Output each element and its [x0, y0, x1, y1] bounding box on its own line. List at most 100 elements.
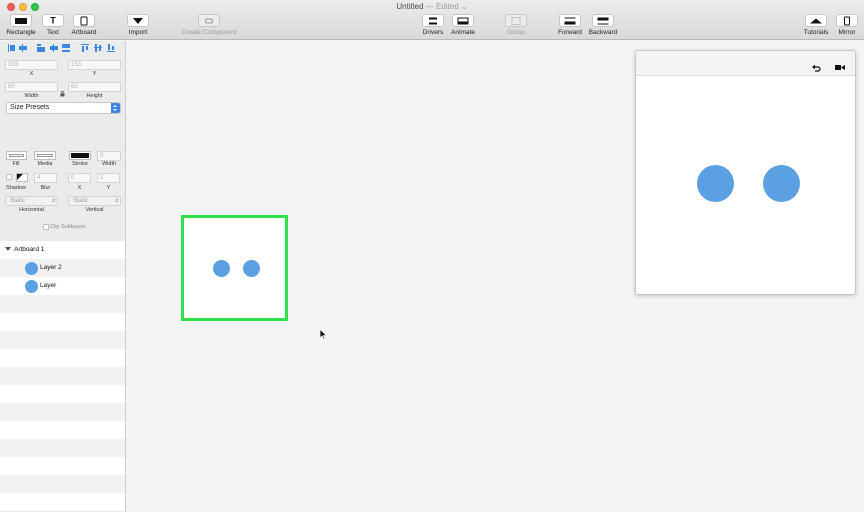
mirror-button[interactable]: Mirror	[835, 14, 859, 39]
lock-aspect-icon[interactable]	[60, 84, 65, 97]
forward-button[interactable]: Forward	[556, 14, 584, 39]
forward-label: Forward	[558, 29, 582, 36]
create-component-button[interactable]: Create Component	[176, 14, 242, 39]
preview-layer-2-circle[interactable]	[763, 165, 800, 202]
animate-label: Animate	[451, 29, 475, 36]
rectangle-tool-button[interactable]: Rectangle	[4, 14, 38, 39]
clip-sublayers-checkbox[interactable]	[43, 224, 49, 230]
media-label: Media	[37, 161, 53, 167]
preview-layer-circle[interactable]	[697, 165, 734, 202]
shadow-label: Shadow	[6, 185, 26, 191]
undo-icon[interactable]	[812, 59, 821, 72]
layer-list-stripe	[0, 349, 125, 367]
group-icon	[511, 16, 521, 25]
layer-name: Layer 2	[40, 264, 62, 271]
x-field-label: X	[29, 71, 34, 77]
preview-window	[635, 50, 856, 295]
shadow-color-swatch[interactable]	[16, 173, 28, 182]
shadow-x-label: X	[77, 185, 82, 191]
stroke-swatch[interactable]	[69, 151, 91, 160]
drivers-label: Drivers	[422, 29, 444, 36]
distribute-vertical-icon[interactable]	[107, 44, 115, 52]
drivers-icon	[429, 17, 437, 24]
align-bottom-icon[interactable]	[62, 44, 70, 52]
backward-label: Backward	[588, 29, 618, 36]
align-right-icon[interactable]	[37, 44, 45, 52]
alignment-toolbar	[6, 44, 122, 54]
tutorials-button[interactable]: Tutorials	[801, 14, 831, 39]
shadow-y-field[interactable]: 2	[97, 173, 120, 183]
artboard-tool-button[interactable]: Artboard	[68, 14, 100, 39]
layer-list-stripe	[0, 331, 125, 349]
layer-row-artboard-1[interactable]: Artboard 1	[0, 241, 125, 259]
distribute-horizontal-icon[interactable]	[50, 44, 58, 52]
align-top-icon[interactable]	[81, 44, 89, 52]
drivers-button[interactable]: Drivers	[420, 14, 446, 39]
layer-circle[interactable]	[213, 260, 230, 277]
inspector-sidebar: 103 X 153 Y 60 Width 60 Height Size Pres…	[0, 41, 126, 512]
layer-row-layer-2[interactable]: Layer 2	[0, 259, 125, 277]
vertical-label: Vertical	[85, 207, 104, 213]
window-title: Untitled — Edited ⌄	[0, 2, 864, 11]
tutorials-label: Tutorials	[803, 29, 829, 36]
height-field[interactable]: 60	[68, 82, 121, 92]
layer-name: Artboard 1	[14, 246, 45, 253]
blur-field[interactable]: 4	[34, 173, 57, 183]
width-field[interactable]: 60	[5, 82, 58, 92]
document-name: Untitled	[396, 2, 424, 11]
group-button[interactable]: Group	[503, 14, 529, 39]
layers-panel: Artboard 1 Layer 2 Layer	[0, 241, 125, 512]
mouse-pointer-icon	[319, 327, 328, 345]
graduation-cap-icon	[810, 18, 822, 23]
horizontal-label: Horizontal	[19, 207, 44, 213]
x-position-field[interactable]: 103	[5, 60, 58, 70]
layer-list-stripe	[0, 439, 125, 457]
layer-2-circle[interactable]	[243, 260, 260, 277]
record-video-icon[interactable]	[835, 59, 845, 70]
artboard-1-selected[interactable]	[181, 215, 288, 321]
mirror-device-icon	[844, 16, 850, 25]
preview-toolbar	[636, 51, 855, 76]
stroke-label: Stroke	[72, 161, 88, 167]
component-icon	[205, 18, 213, 23]
send-backward-icon	[597, 17, 609, 24]
text-icon: T	[50, 15, 56, 25]
shadow-x-field[interactable]: 0	[68, 173, 91, 183]
fill-swatch[interactable]	[6, 151, 27, 160]
text-label: Text	[47, 29, 59, 36]
text-tool-button[interactable]: T Text	[42, 14, 64, 39]
import-icon	[133, 17, 143, 24]
width-field-label: Width	[24, 93, 39, 99]
backward-button[interactable]: Backward	[587, 14, 619, 39]
layer-list-stripe	[0, 493, 125, 511]
group-label: Group	[506, 29, 526, 36]
media-swatch[interactable]	[34, 151, 56, 160]
shadow-checkbox[interactable]	[6, 174, 12, 180]
app-window: Untitled — Edited ⌄ Rectangle T Text Art…	[0, 0, 864, 512]
circle-layer-icon	[25, 262, 38, 275]
horizontal-constraint-select[interactable]: Static	[5, 196, 58, 206]
clip-sublayers-label: Clip Sublayers	[50, 224, 86, 230]
layer-list-stripe	[0, 475, 125, 493]
layer-name: Layer	[40, 282, 57, 289]
disclosure-triangle-icon[interactable]	[5, 247, 11, 251]
layer-list-stripe	[0, 367, 125, 385]
align-left-icon[interactable]	[8, 44, 16, 52]
vertical-constraint-select[interactable]: Static	[68, 196, 121, 206]
edited-status: Edited	[435, 2, 459, 11]
align-center-horizontal-icon[interactable]	[19, 44, 27, 52]
y-field-label: Y	[92, 71, 97, 77]
align-middle-icon[interactable]	[94, 44, 102, 52]
layer-row-layer[interactable]: Layer	[0, 277, 125, 295]
title-separator: —	[425, 2, 434, 11]
rectangle-label: Rectangle	[6, 29, 36, 36]
artboard-icon	[80, 16, 88, 25]
chevron-down-icon[interactable]: ⌄	[461, 2, 468, 11]
bring-forward-icon	[564, 17, 576, 24]
y-position-field[interactable]: 153	[68, 60, 121, 70]
size-presets-dropdown[interactable]: Size Presets	[6, 102, 121, 114]
stroke-width-field[interactable]: 0	[97, 151, 121, 161]
import-button[interactable]: Import	[123, 14, 153, 39]
circle-layer-icon	[25, 280, 38, 293]
animate-button[interactable]: Animate	[449, 14, 477, 39]
